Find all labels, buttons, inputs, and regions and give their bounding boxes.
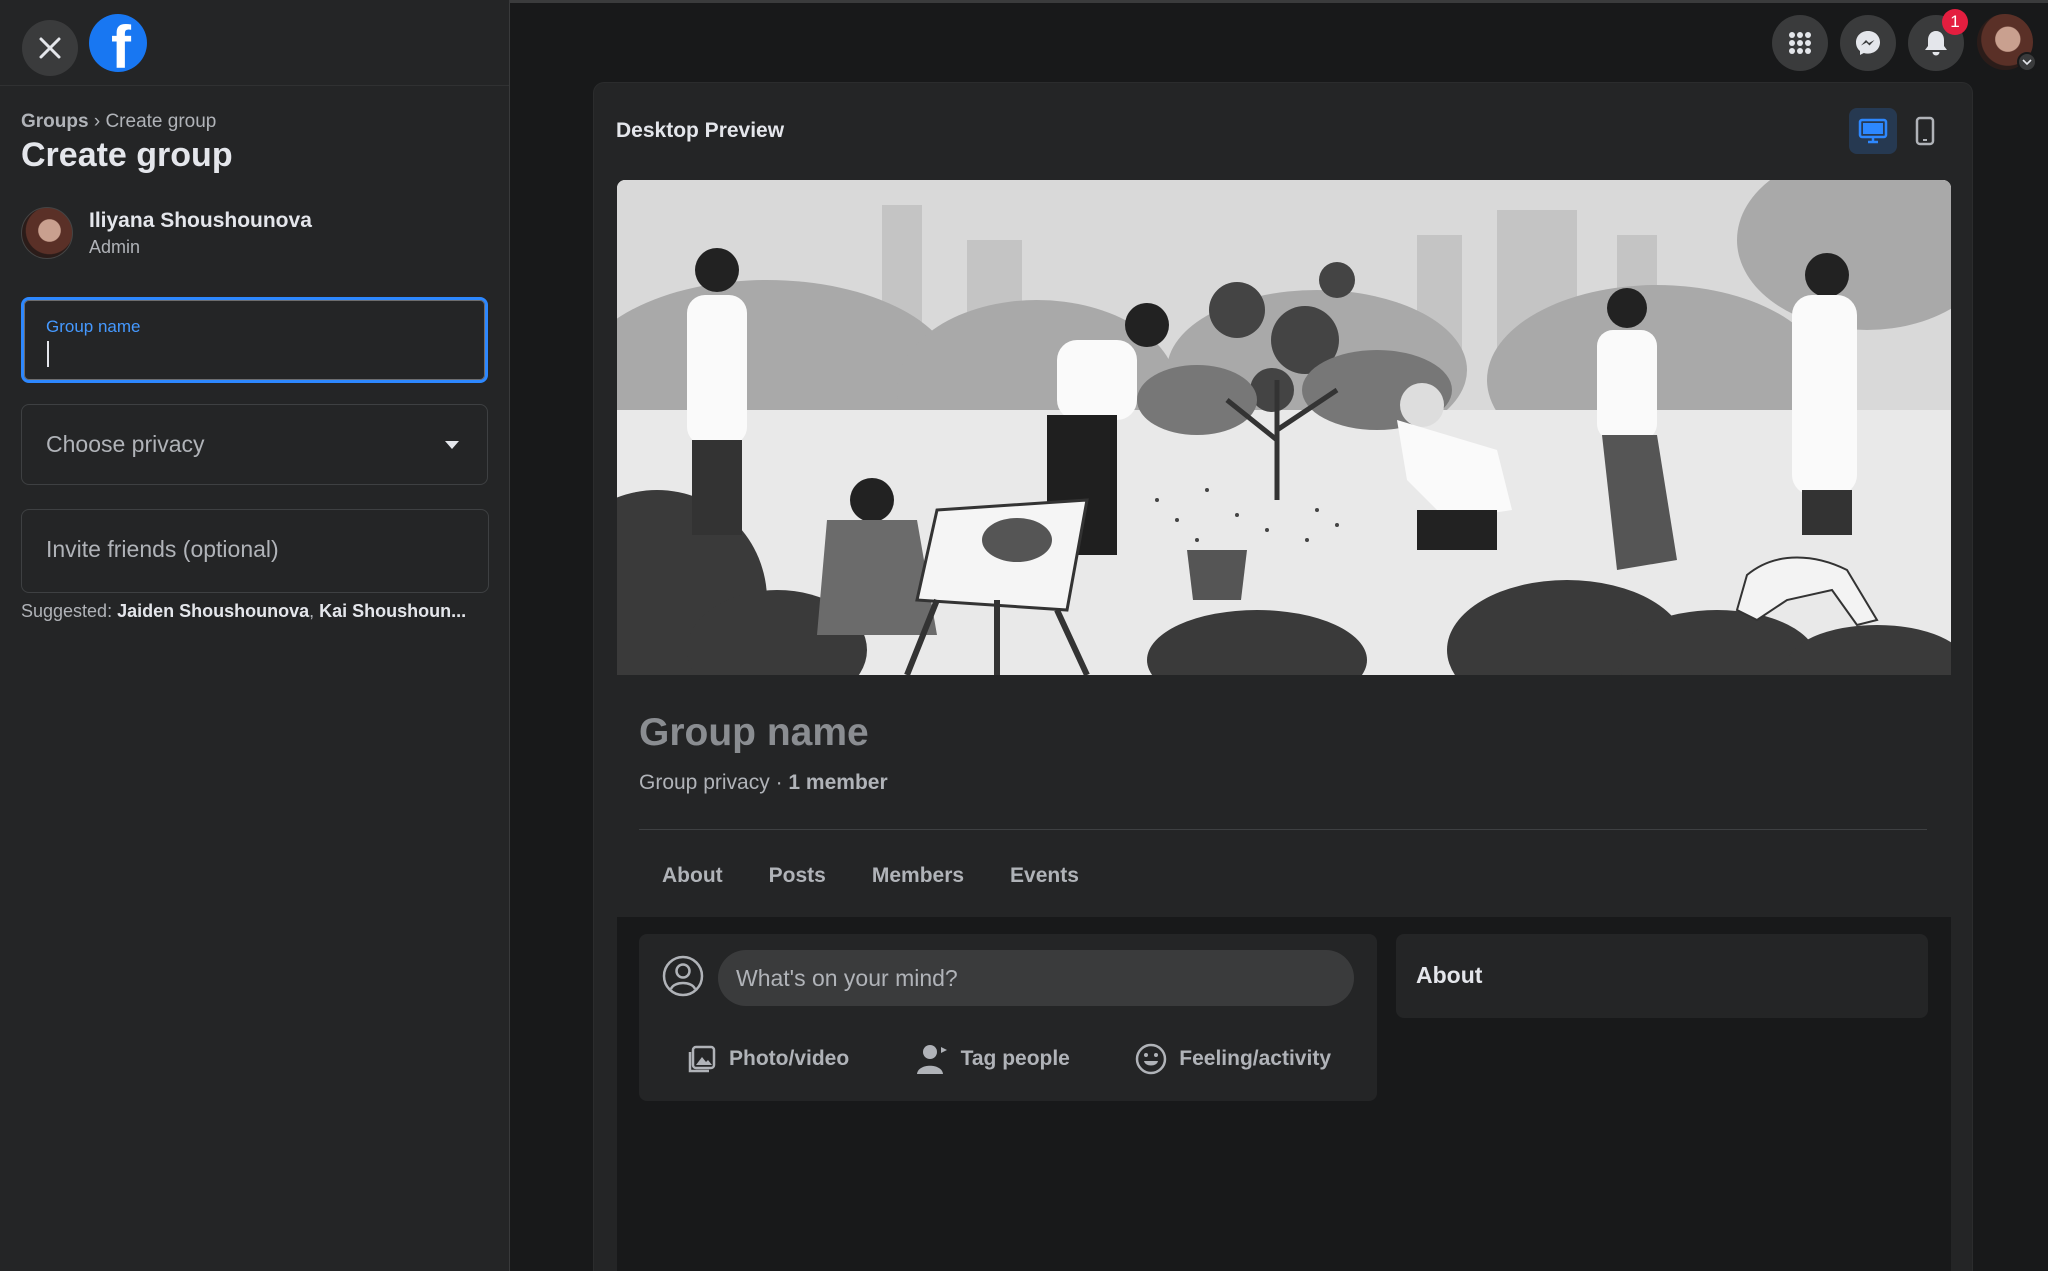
- tab-members[interactable]: Members: [849, 851, 987, 901]
- preview-divider: [639, 829, 1927, 830]
- post-composer: What's on your mind? Photo/video Tag peo…: [639, 934, 1377, 1101]
- group-name-label: Group name: [46, 317, 141, 336]
- tab-events[interactable]: Events: [987, 851, 1102, 901]
- desktop-preview-button[interactable]: [1849, 108, 1897, 154]
- feeling-activity-label: Feeling/activity: [1179, 1047, 1331, 1070]
- desktop-icon: [1858, 118, 1888, 144]
- breadcrumb-current: Create group: [105, 111, 217, 132]
- tab-about[interactable]: About: [639, 851, 746, 901]
- tag-people-button[interactable]: Tag people: [887, 1034, 1098, 1084]
- meta-separator: ·: [775, 771, 783, 794]
- page-title: Create group: [21, 136, 233, 174]
- preview-group-name: Group name: [639, 711, 869, 754]
- preview-privacy: Group privacy: [639, 771, 770, 794]
- preview-tabs: About Posts Members Events: [639, 851, 1102, 901]
- sidebar-header: f: [0, 0, 509, 86]
- preview-group-meta: Group privacy · 1 member: [639, 771, 888, 795]
- invite-friends-input[interactable]: Invite friends (optional): [21, 509, 489, 593]
- cover-photo: [617, 180, 1951, 675]
- smiley-icon: [1136, 1043, 1167, 1075]
- preview-member-count: 1 member: [788, 771, 888, 794]
- mobile-preview-button[interactable]: [1901, 108, 1949, 154]
- preview-title: Desktop Preview: [616, 119, 785, 142]
- text-caret: [47, 341, 49, 367]
- mobile-icon: [1915, 116, 1935, 146]
- suggested-person-2[interactable]: Kai Shoushoun...: [319, 601, 466, 621]
- facebook-logo[interactable]: f: [89, 14, 147, 72]
- desktop-preview-panel: Desktop Preview Group name Group privacy…: [594, 83, 1972, 1271]
- photo-video-label: Photo/video: [729, 1047, 850, 1070]
- admin-role: Admin: [89, 236, 141, 257]
- about-card: About: [1396, 934, 1928, 1018]
- composer-input[interactable]: What's on your mind?: [718, 950, 1354, 1006]
- tag-people-label: Tag people: [960, 1047, 1070, 1070]
- messenger-icon: [1856, 31, 1880, 55]
- menu-grid-icon: [1789, 32, 1811, 54]
- privacy-placeholder: Choose privacy: [46, 431, 205, 457]
- tag-people-icon: [916, 1045, 947, 1074]
- menu-button[interactable]: [1772, 15, 1828, 71]
- create-group-sidebar: f Groups › Create group Create group Ili…: [0, 0, 510, 1271]
- admin-name: Iliyana Shoushounova: [89, 208, 312, 232]
- notifications-button[interactable]: 1: [1908, 9, 1968, 71]
- photo-icon: [688, 1045, 716, 1073]
- notification-badge: 1: [1942, 9, 1968, 35]
- close-button[interactable]: [22, 20, 78, 76]
- messenger-button[interactable]: [1840, 15, 1896, 71]
- dropdown-arrow-icon: [445, 441, 459, 449]
- photo-video-button[interactable]: Photo/video: [659, 1034, 877, 1084]
- chevron-down-icon: [2017, 52, 2037, 72]
- breadcrumb: Groups › Create group: [21, 111, 216, 133]
- suggested-label: Suggested:: [21, 601, 113, 621]
- suggested-friends: Suggested: Jaiden Shoushounova, Kai Shou…: [21, 601, 467, 621]
- privacy-select[interactable]: Choose privacy: [21, 404, 488, 485]
- composer-actions: Photo/video Tag people Feeling/activity: [659, 1034, 1359, 1084]
- feeling-activity-button[interactable]: Feeling/activity: [1107, 1034, 1359, 1084]
- group-name-field[interactable]: Group name: [21, 297, 488, 383]
- admin-row: Iliyana Shoushounova Admin: [21, 207, 312, 259]
- invite-placeholder: Invite friends (optional): [46, 536, 279, 562]
- bell-icon: [1925, 31, 1947, 56]
- breadcrumb-groups-link[interactable]: Groups: [21, 111, 89, 132]
- user-placeholder-icon: [662, 955, 704, 997]
- breadcrumb-separator: ›: [93, 111, 101, 132]
- account-avatar[interactable]: [1977, 14, 2037, 72]
- about-card-title: About: [1416, 962, 1483, 988]
- community-garden-illustration: [617, 180, 1951, 675]
- suggested-person-1[interactable]: Jaiden Shoushounova: [117, 601, 309, 621]
- avatar: [21, 207, 73, 259]
- tab-posts[interactable]: Posts: [746, 851, 849, 901]
- close-icon: [39, 37, 61, 59]
